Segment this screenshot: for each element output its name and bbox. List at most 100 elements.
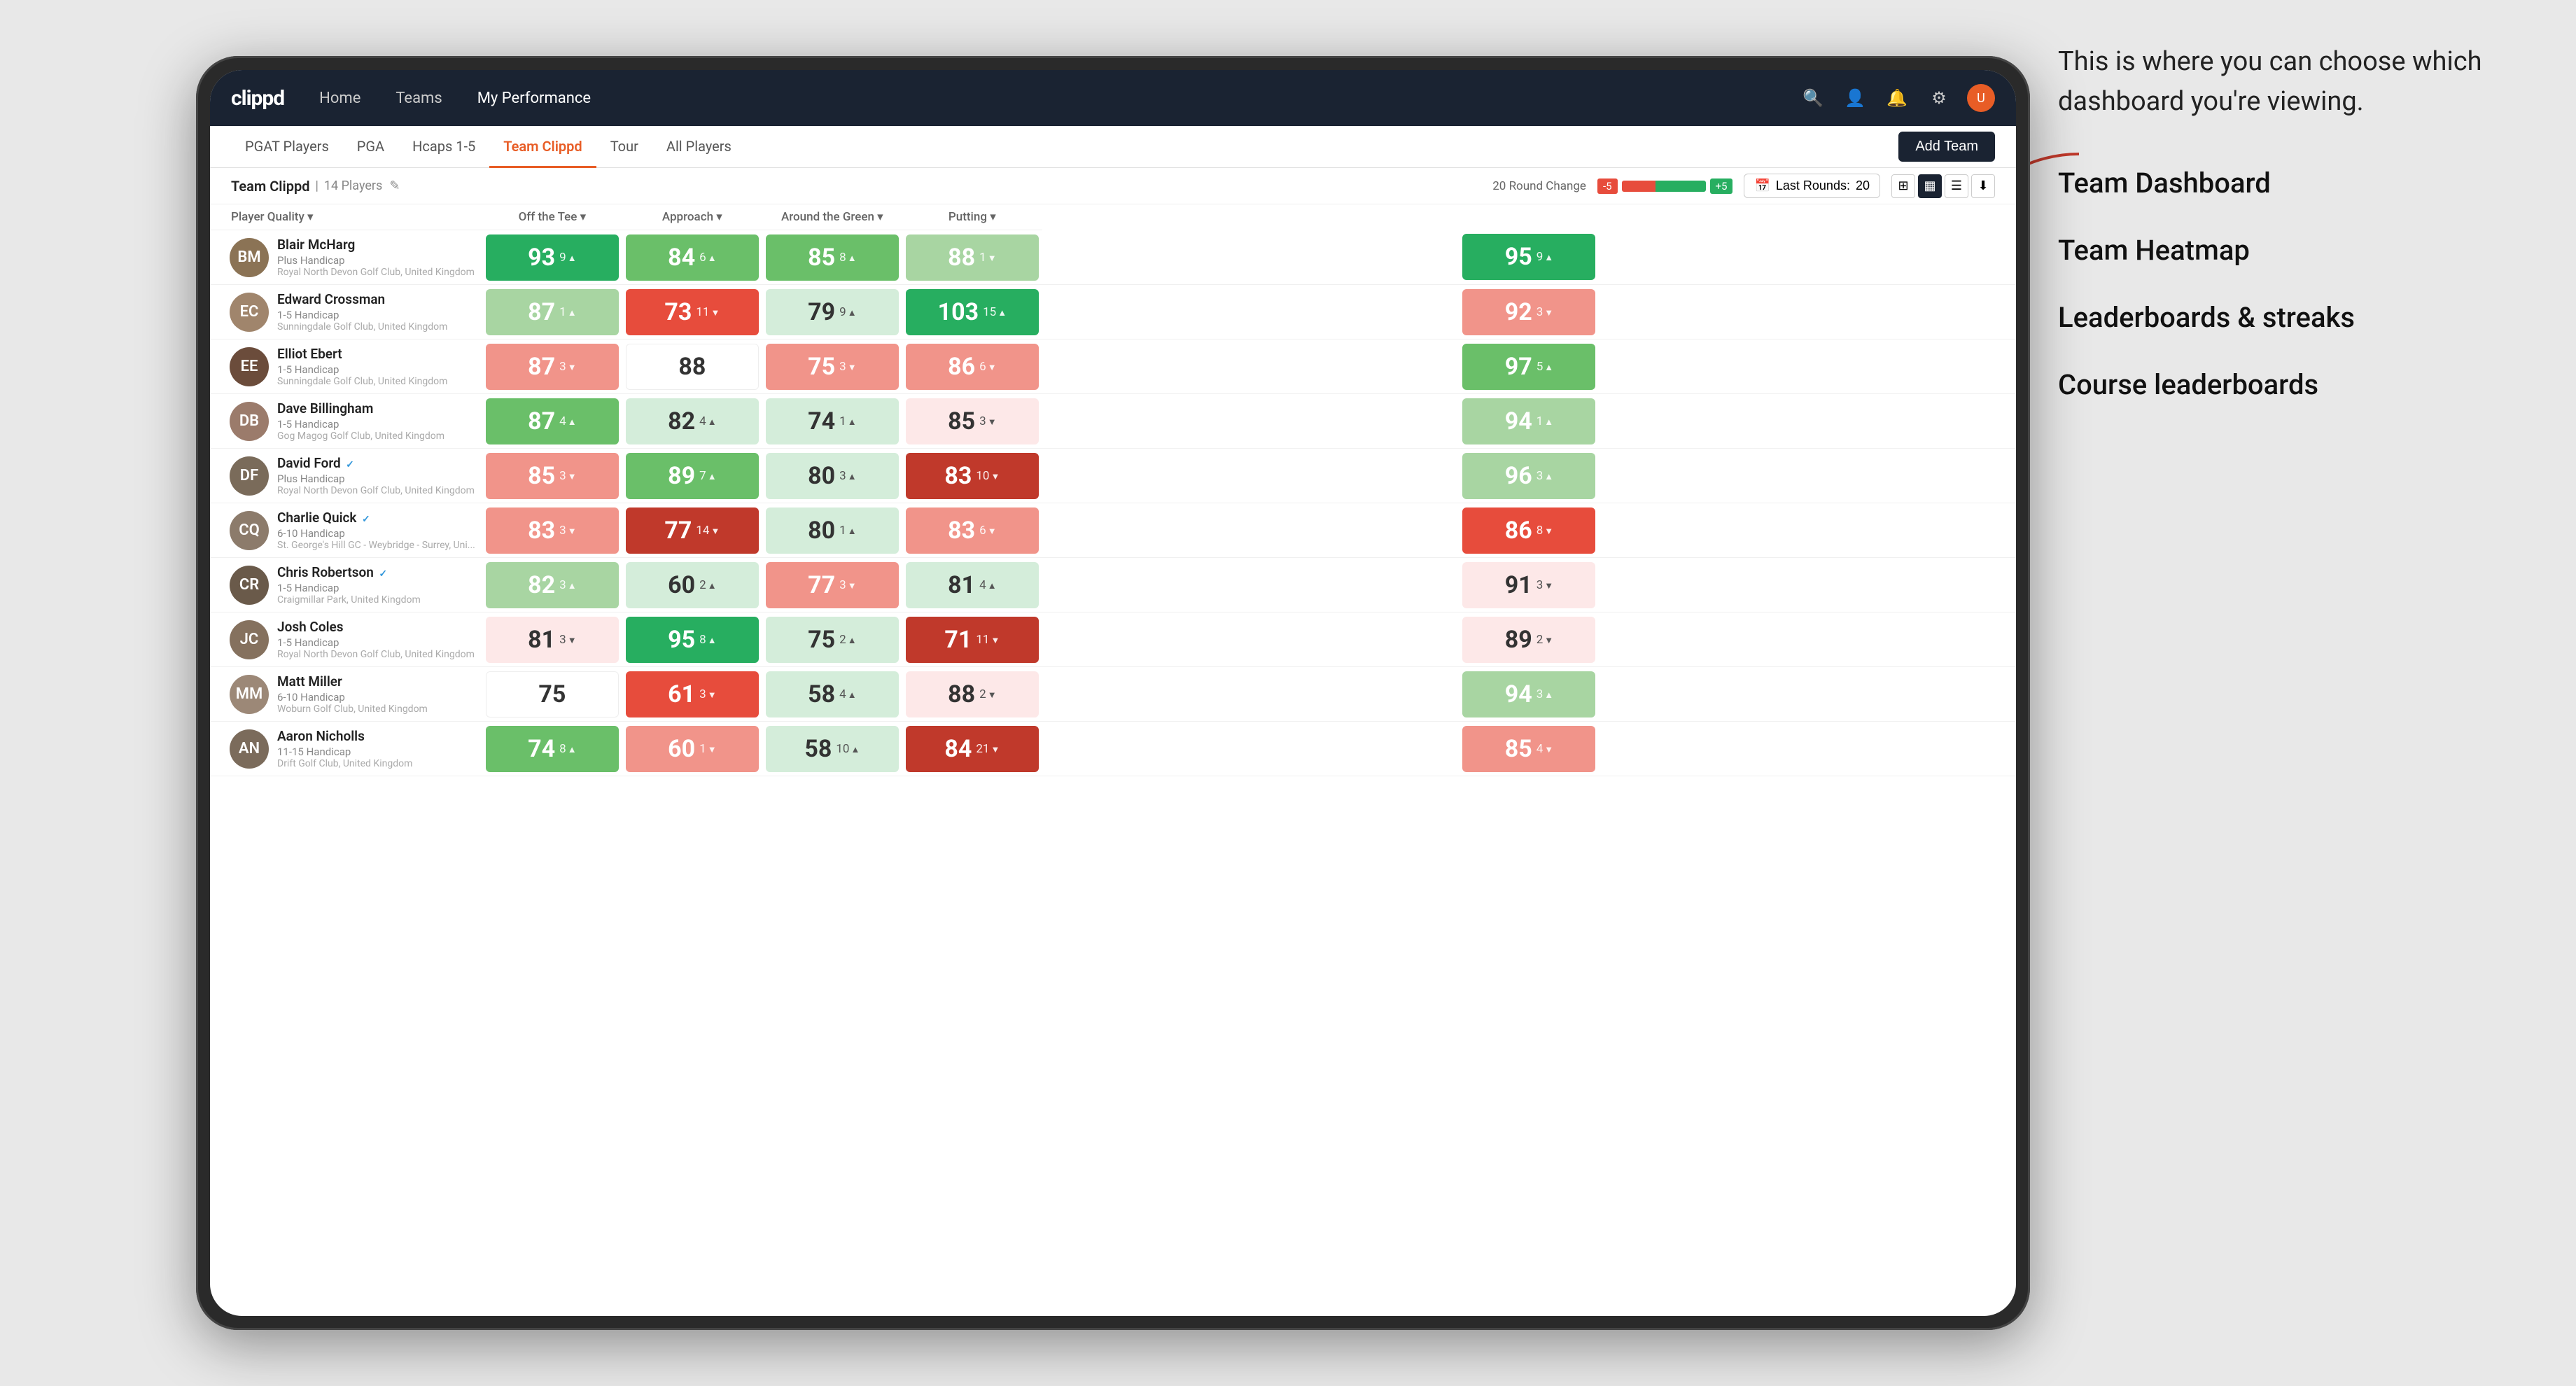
change-bar: -5 +5 — [1597, 178, 1733, 194]
col-player-quality[interactable]: Player Quality ▾ — [210, 204, 482, 230]
score-box: 753 — [766, 344, 899, 390]
bell-icon[interactable]: 🔔 — [1883, 84, 1911, 112]
table-row[interactable]: BMBlair McHargPlus HandicapRoyal North D… — [210, 230, 2016, 285]
subnav-hcaps[interactable]: Hcaps 1-5 — [398, 126, 489, 168]
change-negative: -5 — [1597, 178, 1618, 194]
user-avatar[interactable]: U — [1967, 84, 1995, 112]
change-value: 3 — [839, 360, 846, 374]
table-row[interactable]: CQCharlie Quick ✓6-10 HandicapSt. George… — [210, 503, 2016, 558]
col-off-tee[interactable]: Off the Tee ▾ — [482, 204, 622, 230]
player-avatar: EC — [230, 293, 269, 332]
list-view-button[interactable]: ☰ — [1945, 174, 1968, 198]
change-value: 9 — [1536, 250, 1544, 264]
score-box: 601 — [626, 726, 759, 772]
nav-my-performance[interactable]: My Performance — [470, 85, 598, 111]
annotation-item-1: Team Dashboard — [2058, 164, 2534, 203]
nav-home[interactable]: Home — [312, 85, 368, 111]
change-value: 3 — [1536, 469, 1544, 483]
score-cell: 813 — [482, 612, 622, 667]
subnav-team-clippd[interactable]: Team Clippd — [489, 126, 596, 168]
heatmap-view-button[interactable]: ▦ — [1918, 174, 1942, 198]
score-cell: 824 — [622, 394, 762, 449]
subnav-all-players[interactable]: All Players — [652, 126, 746, 168]
round-change-label: 20 Round Change — [1492, 179, 1586, 193]
score-cell: 814 — [902, 558, 1042, 612]
score-box: 84 6 — [626, 234, 759, 281]
score-cell: 801 — [762, 503, 902, 558]
change-value: 4 — [839, 687, 846, 701]
score-change: 8 — [839, 251, 856, 265]
score-box: 943 — [1462, 671, 1595, 718]
player-name[interactable]: Elliot Ebert — [277, 346, 475, 362]
player-name[interactable]: David Ford ✓ — [277, 455, 475, 471]
score-box: 892 — [1462, 617, 1595, 663]
score-number: 87 — [528, 407, 555, 435]
change-value: 9 — [839, 305, 846, 319]
player-handicap: Plus Handicap — [277, 472, 475, 485]
player-avatar: JC — [230, 620, 269, 659]
player-name[interactable]: Josh Coles — [277, 619, 475, 635]
profile-icon[interactable]: 👤 — [1841, 84, 1869, 112]
player-name[interactable]: Aaron Nicholls — [277, 728, 475, 744]
subnav-pgat[interactable]: PGAT Players — [231, 126, 343, 168]
add-team-button[interactable]: Add Team — [1898, 132, 1995, 162]
player-handicap: 11-15 Handicap — [277, 746, 475, 758]
change-value: 3 — [559, 469, 566, 483]
top-nav: clippd Home Teams My Performance 🔍 👤 🔔 ⚙… — [210, 70, 2016, 126]
table-row[interactable]: MMMatt Miller6-10 HandicapWoburn Golf Cl… — [210, 667, 2016, 722]
change-value: 6 — [699, 251, 706, 265]
search-icon[interactable]: 🔍 — [1799, 84, 1827, 112]
grid-view-button[interactable]: ⊞ — [1891, 174, 1915, 198]
settings-icon[interactable]: ⚙ — [1925, 84, 1953, 112]
table-row[interactable]: ANAaron Nicholls11-15 HandicapDrift Golf… — [210, 722, 2016, 776]
table-row[interactable]: DFDavid Ford ✓Plus HandicapRoyal North D… — [210, 449, 2016, 503]
table-row[interactable]: JCJosh Coles1-5 HandicapRoyal North Devo… — [210, 612, 2016, 667]
arrow-up-icon — [568, 414, 577, 428]
score-box: 8421 — [906, 726, 1039, 772]
score-cell: 892 — [1042, 612, 2016, 667]
col-putting[interactable]: Putting ▾ — [902, 204, 1042, 230]
arrow-up-icon — [708, 251, 717, 265]
arrow-down-icon — [990, 469, 1000, 483]
last-rounds-button[interactable]: 📅 Last Rounds: 20 — [1744, 174, 1880, 198]
col-around-green[interactable]: Around the Green ▾ — [762, 204, 902, 230]
player-name[interactable]: Blair McHarg — [277, 237, 475, 253]
score-change: 8 — [1536, 524, 1553, 538]
table-row[interactable]: DBDave Billingham1-5 HandicapGog Magog G… — [210, 394, 2016, 449]
subnav-pga[interactable]: PGA — [343, 126, 398, 168]
arrow-down-icon — [1544, 578, 1553, 592]
arrow-up-icon — [848, 305, 857, 319]
table-row[interactable]: ECEdward Crossman1-5 HandicapSunningdale… — [210, 285, 2016, 340]
nav-teams[interactable]: Teams — [388, 85, 449, 111]
player-name[interactable]: Matt Miller — [277, 673, 475, 690]
score-change: 3 — [1536, 578, 1553, 592]
score-number: 85 — [528, 462, 555, 490]
score-number: 61 — [668, 680, 695, 708]
score-number: 71 — [944, 626, 972, 654]
col-approach[interactable]: Approach ▾ — [622, 204, 762, 230]
score-change: 3 — [1536, 687, 1553, 701]
more-view-button[interactable]: ⬇ — [1971, 174, 1995, 198]
edit-icon[interactable]: ✎ — [389, 178, 400, 193]
arrow-down-icon — [990, 742, 1000, 756]
score-box: 584 — [766, 671, 899, 718]
score-number: 77 — [808, 571, 835, 599]
annotation-item-4: Course leaderboards — [2058, 365, 2534, 405]
subnav-tour[interactable]: Tour — [596, 126, 652, 168]
score-cell: 873 — [482, 340, 622, 394]
score-cell: 803 — [762, 449, 902, 503]
player-club: Gog Magog Golf Club, United Kingdom — [277, 430, 475, 442]
arrow-up-icon — [568, 578, 577, 592]
score-cell: 75 — [482, 667, 622, 722]
score-number: 84 — [668, 244, 695, 272]
table-row[interactable]: EEElliot Ebert1-5 HandicapSunningdale Go… — [210, 340, 2016, 394]
score-cell: 939 — [482, 230, 622, 285]
score-box: 975 — [1462, 344, 1595, 390]
player-name[interactable]: Charlie Quick ✓ — [277, 510, 475, 526]
score-number: 58 — [804, 735, 832, 763]
player-name[interactable]: Edward Crossman — [277, 291, 475, 307]
player-name[interactable]: Chris Robertson ✓ — [277, 564, 475, 580]
player-name[interactable]: Dave Billingham — [277, 400, 475, 416]
table-row[interactable]: CRChris Robertson ✓1-5 HandicapCraigmill… — [210, 558, 2016, 612]
score-cell: 5810 — [762, 722, 902, 776]
